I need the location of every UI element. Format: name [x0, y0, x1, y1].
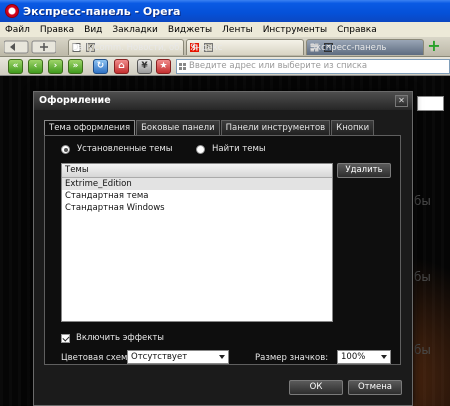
menu-help[interactable]: Справка [332, 25, 382, 35]
ok-button[interactable]: ОК [289, 380, 343, 395]
tab-buttons[interactable]: Кнопки [331, 120, 375, 136]
menu-file[interactable]: Файл [0, 25, 35, 35]
list-item[interactable]: Стандартная тема [62, 190, 332, 202]
tab-label: DailyComm. Новости, об... [72, 42, 184, 53]
wand-icon[interactable]: ¥ [137, 59, 152, 74]
dialog-title: Оформление [34, 92, 412, 110]
tab-bar: DailyComm. Новости, об... ✕ Я Яндекс ✕ Э… [0, 37, 450, 57]
color-scheme-value: Отсутствует [131, 352, 188, 362]
delete-button[interactable]: Удалить [337, 163, 391, 178]
back-icon[interactable]: ‹ [28, 59, 43, 74]
reload-icon[interactable]: ↻ [93, 59, 108, 74]
themes-list[interactable]: Темы Extrime_Edition Стандартная тема Ст… [61, 163, 333, 322]
menu-feeds[interactable]: Ленты [217, 25, 258, 35]
rewind-icon[interactable]: « [8, 59, 23, 74]
themes-list-header[interactable]: Темы [62, 164, 332, 178]
color-scheme-label: Цветовая схема: [61, 353, 136, 363]
tab-history-icon[interactable] [4, 40, 56, 54]
chevron-down-icon [219, 355, 225, 359]
list-item[interactable]: Extrime_Edition [62, 178, 332, 190]
tab-dailycomm[interactable]: DailyComm. Новости, об... ✕ [68, 39, 184, 55]
icon-size-label: Размер значков: [255, 353, 329, 363]
window-title-bar: Экспресс-панель - Opera [0, 0, 450, 22]
speed-dial-search-field[interactable] [417, 96, 444, 111]
background-text-fragment: бы [414, 194, 431, 208]
navigation-toolbar: « ‹ › » ↻ ⌂ ¥ ★ Введите адрес или выбери… [0, 57, 450, 76]
fast-forward-icon[interactable]: » [68, 59, 83, 74]
page-grid-icon [179, 63, 186, 70]
enable-effects-checkbox[interactable]: Включить эффекты [61, 333, 164, 343]
appearance-dialog: Оформление ✕ Тема оформления Боковые пан… [33, 91, 413, 406]
enable-effects-label: Включить эффекты [76, 333, 164, 343]
bookmark-icon[interactable]: ★ [156, 59, 171, 74]
address-field[interactable]: Введите адрес или выберите из списка [176, 59, 450, 74]
radio-unselected-icon [196, 144, 205, 154]
radio-selected-icon [61, 144, 70, 154]
tab-yandex[interactable]: Я Яндекс ✕ [186, 39, 304, 55]
cancel-button[interactable]: Отмена [348, 380, 402, 395]
checkbox-checked-icon [61, 333, 70, 343]
menu-tools[interactable]: Инструменты [258, 25, 332, 35]
menu-view[interactable]: Вид [79, 25, 107, 35]
dialog-tabs: Тема оформления Боковые панели Панели ин… [44, 120, 375, 137]
opera-logo-icon [5, 4, 19, 18]
theme-tab-panel: Установленные темы Найти темы Темы Extri… [44, 135, 401, 365]
tab-label: Экспресс-панель [310, 42, 387, 53]
address-placeholder: Введите адрес или выберите из списка [189, 61, 368, 71]
tab-speed-dial[interactable]: Экспресс-панель ✕ [306, 39, 424, 55]
window-title: Экспресс-панель - Opera [23, 4, 181, 18]
color-scheme-select[interactable]: Отсутствует [127, 350, 229, 364]
background-text-fragment: бы [414, 270, 431, 284]
installed-themes-label: Установленные темы [77, 144, 173, 154]
menu-bar: Файл Правка Вид Закладки Виджеты Ленты И… [0, 22, 450, 37]
tab-side-panels[interactable]: Боковые панели [136, 120, 220, 136]
home-icon[interactable]: ⌂ [114, 59, 129, 74]
chevron-down-icon [381, 355, 387, 359]
find-themes-radio[interactable]: Найти темы [196, 144, 266, 154]
icon-size-select[interactable]: 100% [337, 350, 391, 364]
list-item[interactable]: Стандартная Windows [62, 202, 332, 214]
tab-label: Яндекс [190, 42, 223, 53]
icon-size-value: 100% [341, 352, 366, 362]
menu-edit[interactable]: Правка [35, 25, 79, 35]
find-themes-label: Найти темы [212, 144, 266, 154]
menu-bookmarks[interactable]: Закладки [107, 25, 163, 35]
installed-themes-radio[interactable]: Установленные темы [61, 144, 173, 154]
tab-toolbars[interactable]: Панели инструментов [220, 120, 331, 136]
background-text-fragment: бы [414, 343, 431, 357]
forward-icon[interactable]: › [48, 59, 63, 74]
menu-widgets[interactable]: Виджеты [163, 25, 217, 35]
close-icon[interactable]: ✕ [395, 95, 408, 107]
new-tab-icon[interactable]: + [427, 38, 441, 54]
